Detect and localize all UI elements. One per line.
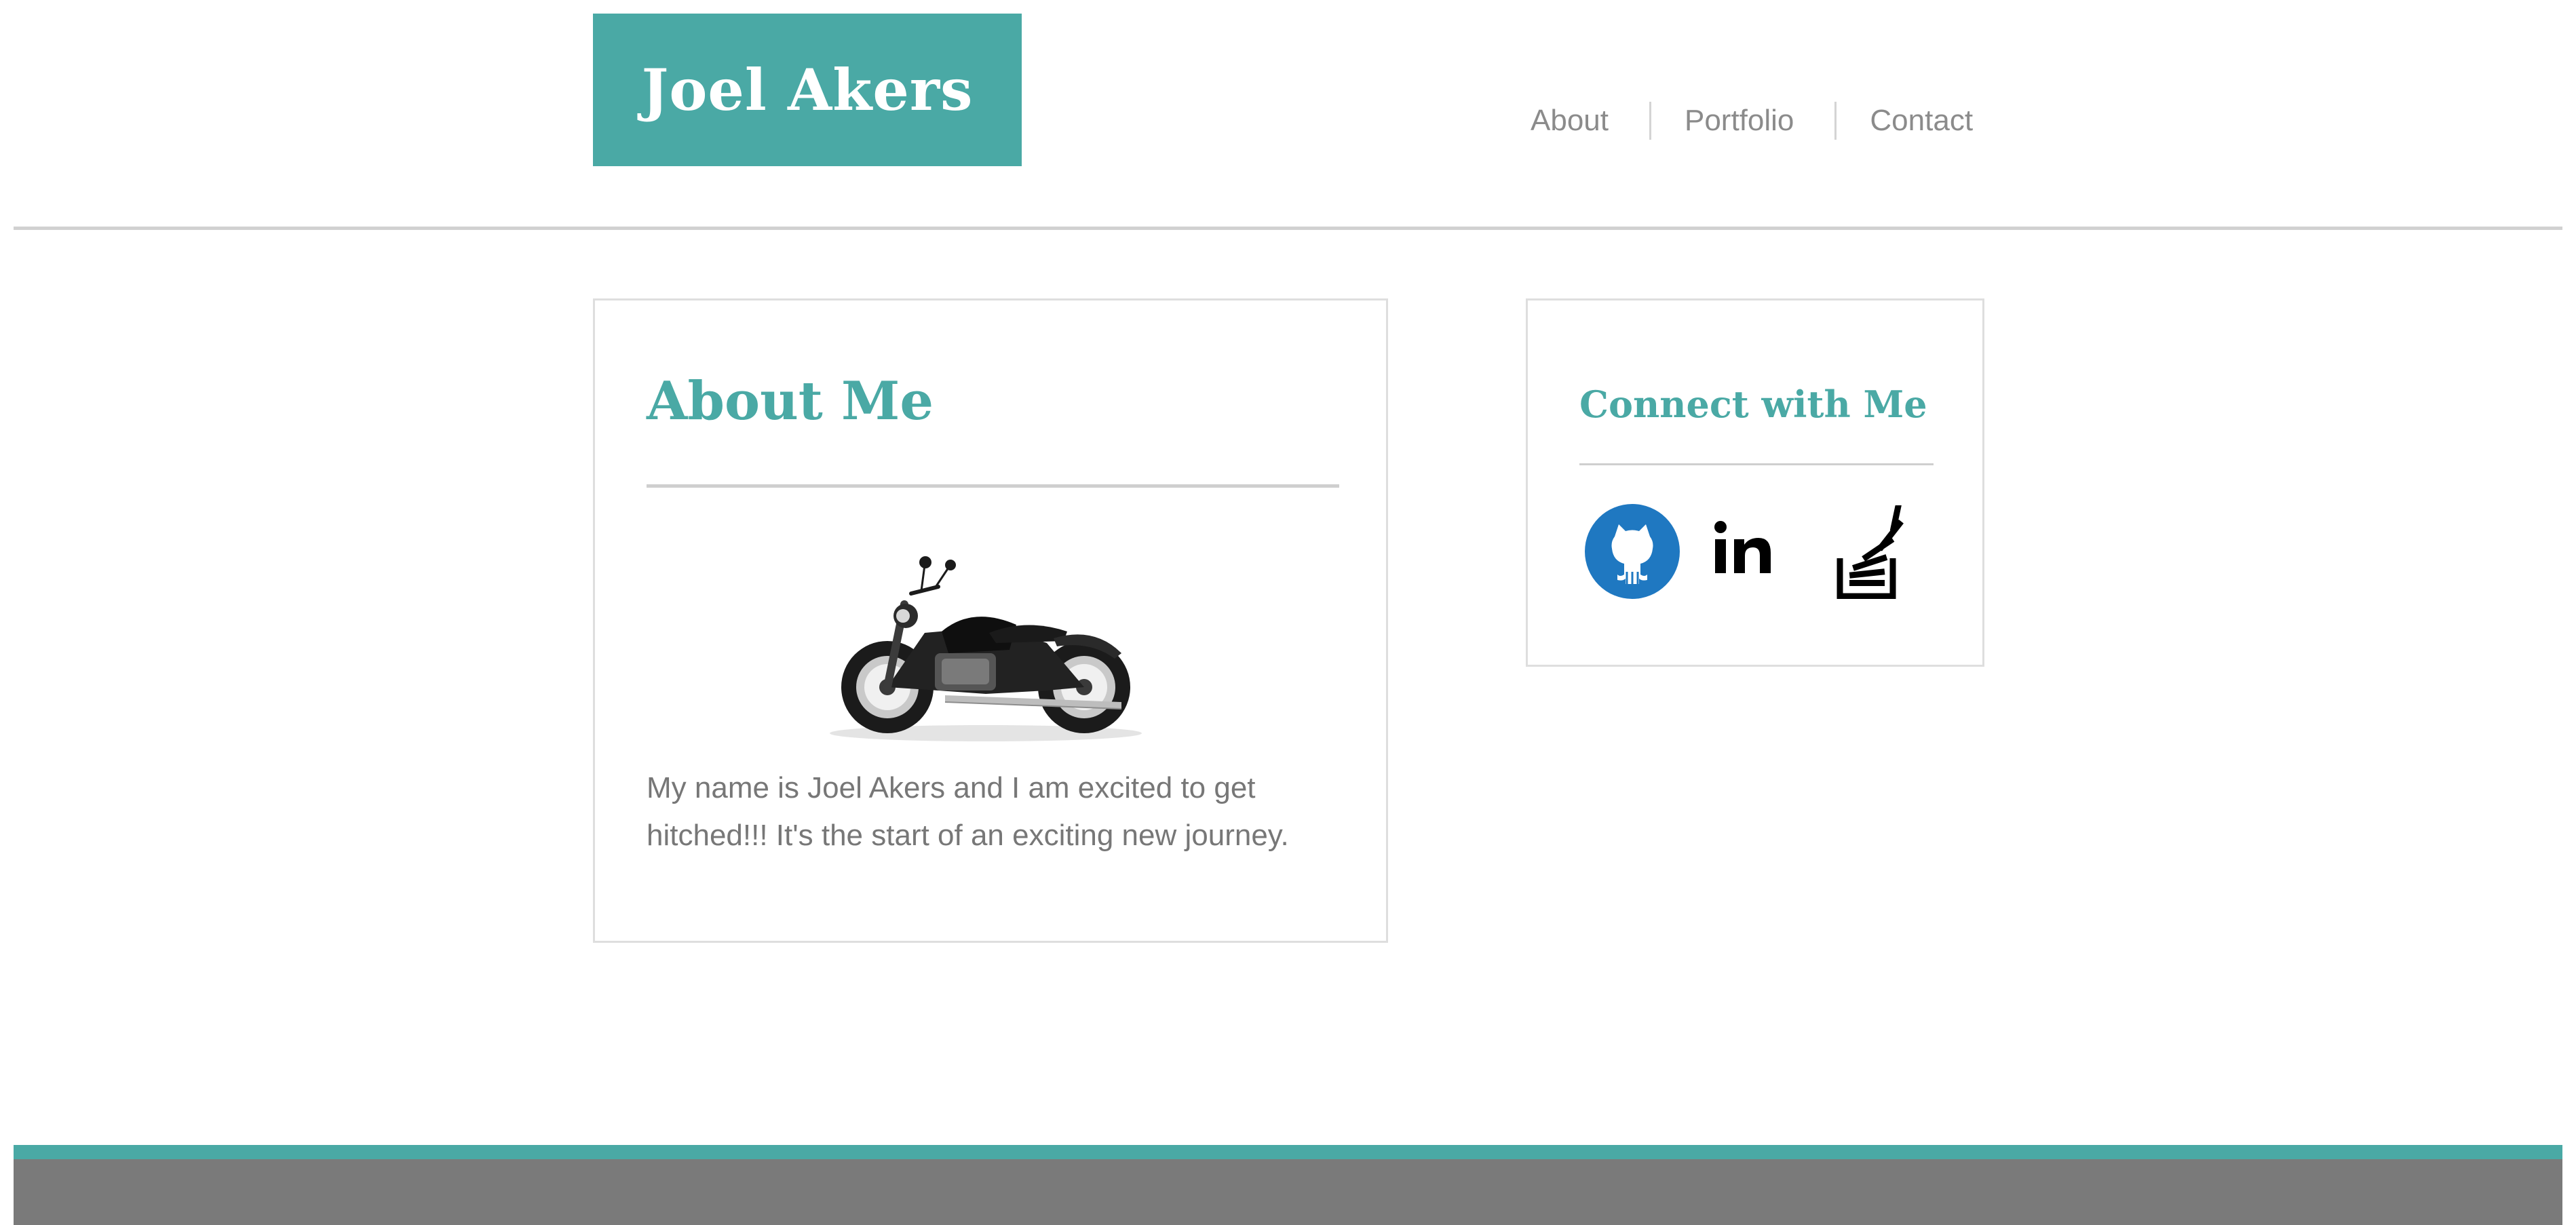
connect-card: Connect with Me bbox=[1526, 298, 1984, 667]
connect-title: Connect with Me bbox=[1579, 383, 1927, 426]
stackoverflow-link[interactable] bbox=[1836, 495, 1910, 600]
site-header: Joel Akers About Portfolio Contact bbox=[0, 0, 2576, 230]
about-title: About Me bbox=[647, 370, 934, 432]
site-footer bbox=[14, 1159, 2562, 1225]
nav-link-portfolio[interactable]: Portfolio bbox=[1685, 100, 1794, 141]
main-nav: About Portfolio Contact bbox=[1531, 100, 1973, 141]
site-logo[interactable]: Joel Akers bbox=[593, 14, 1022, 166]
linkedin-icon bbox=[1714, 521, 1771, 573]
motorcycle-image bbox=[830, 556, 1142, 741]
github-icon bbox=[1585, 504, 1680, 599]
header-divider bbox=[14, 227, 2562, 230]
about-card: About Me My name is Joel Akers and I am … bbox=[593, 298, 1388, 943]
nav-link-contact[interactable]: Contact bbox=[1870, 100, 1973, 141]
about-divider bbox=[647, 484, 1339, 488]
github-link[interactable] bbox=[1585, 504, 1680, 599]
nav-link-about[interactable]: About bbox=[1531, 100, 1609, 141]
footer-accent-bar bbox=[14, 1145, 2562, 1159]
about-text: My name is Joel Akers and I am excited t… bbox=[647, 771, 1289, 852]
linkedin-link[interactable] bbox=[1711, 515, 1779, 583]
connect-divider bbox=[1579, 463, 1934, 465]
nav-separator bbox=[1834, 102, 1837, 140]
nav-separator bbox=[1649, 102, 1651, 140]
stackoverflow-icon bbox=[1837, 495, 1904, 600]
